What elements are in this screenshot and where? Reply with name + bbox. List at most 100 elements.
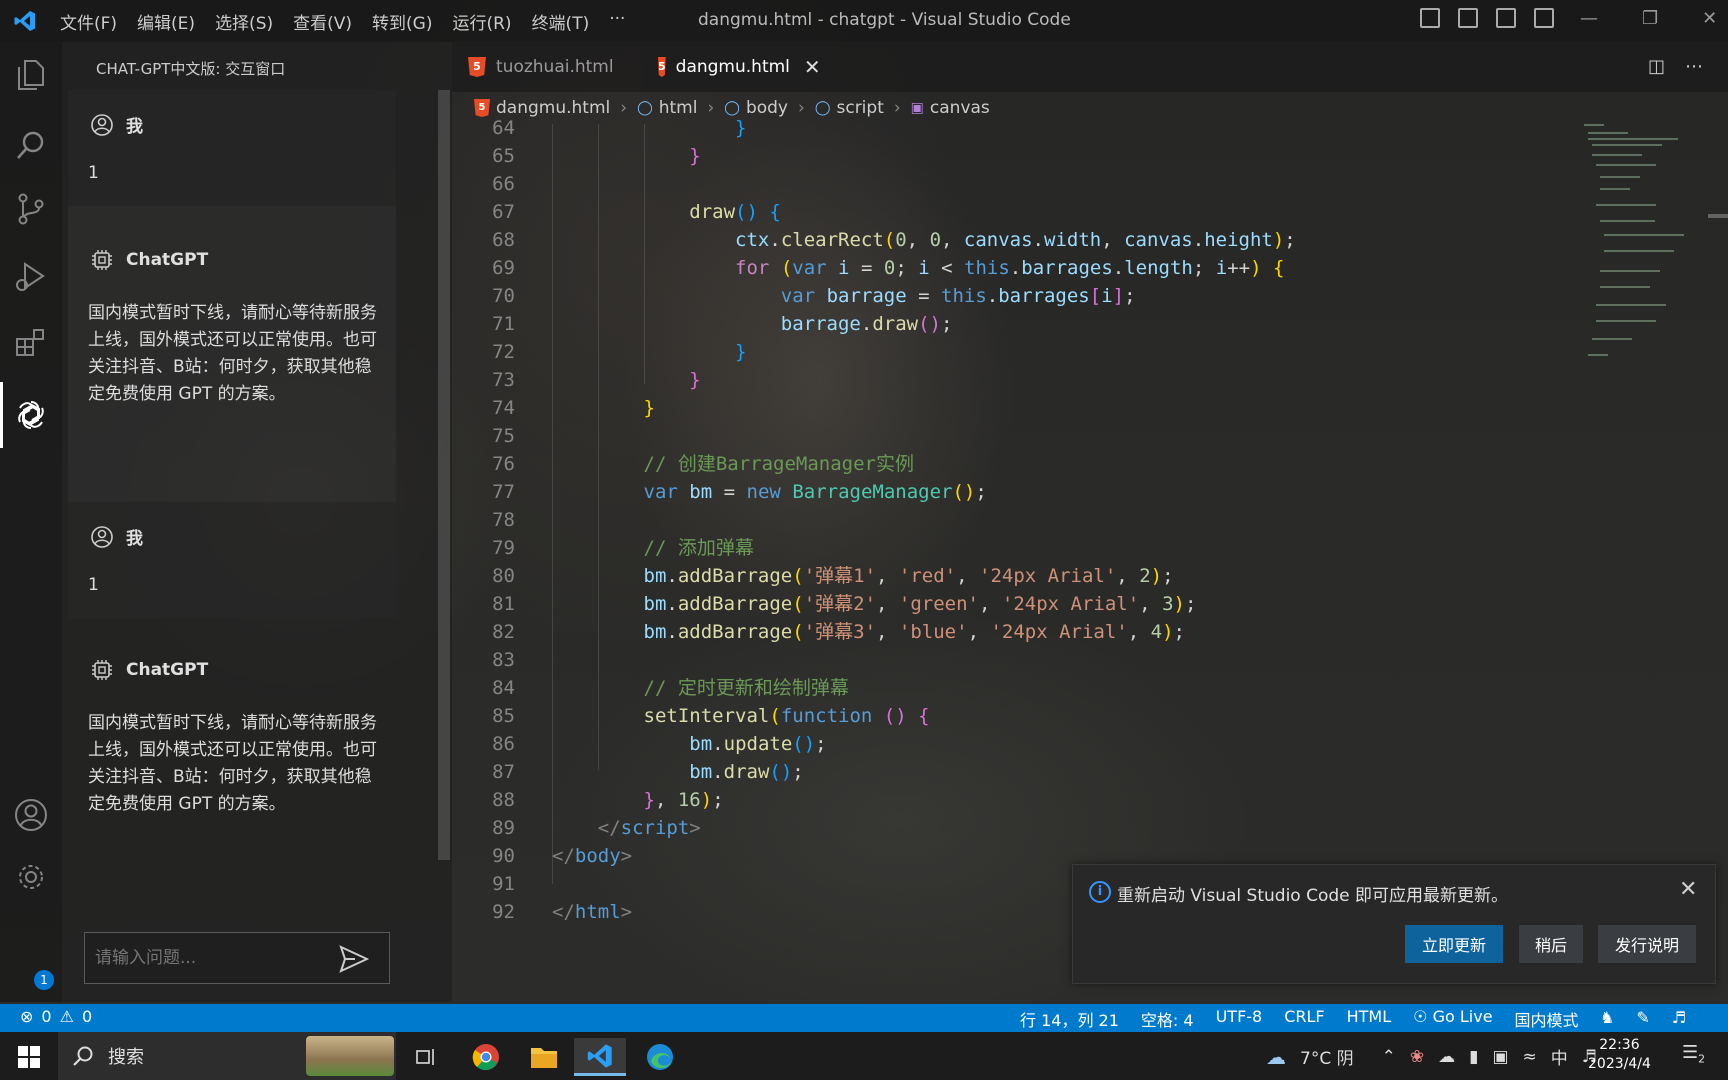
- line-code: bm.addBarrage('弹幕2', 'green', '24px Aria…: [643, 593, 1197, 615]
- line-number: 79: [492, 537, 515, 559]
- chat-input[interactable]: [95, 948, 335, 968]
- line-number: 85: [492, 705, 515, 727]
- line-code: // 添加弹幕: [643, 537, 754, 559]
- code-line: 84 // 定时更新和绘制弹幕: [452, 674, 1582, 702]
- line-number: 78: [492, 509, 515, 531]
- line-code: setInterval(function () {: [643, 705, 930, 727]
- clock-time: 22:36: [1599, 1037, 1640, 1053]
- mode-indicator[interactable]: 国内模式: [1515, 1007, 1579, 1031]
- close-notification-icon[interactable]: ✕: [1679, 877, 1697, 902]
- app-tray-icon[interactable]: ❀: [1410, 1047, 1424, 1067]
- problems-indicator[interactable]: ⊗ 0 ⚠ 0: [20, 1007, 92, 1026]
- line-number: 67: [492, 201, 515, 223]
- explorer-icon[interactable]: [14, 58, 48, 92]
- menu-run[interactable]: 运行(R): [442, 9, 521, 34]
- language-mode[interactable]: HTML: [1347, 1007, 1392, 1031]
- restore-icon[interactable]: ❐: [1642, 8, 1658, 29]
- account-icon[interactable]: [14, 798, 48, 832]
- minimap-line: [1588, 354, 1608, 356]
- line-number: 83: [492, 649, 515, 671]
- title-bar: 文件(F) 编辑(E) 选择(S) 查看(V) 转到(G) 运行(R) 终端(T…: [0, 0, 1728, 42]
- run-debug-icon[interactable]: [14, 260, 48, 294]
- extensions-icon[interactable]: [14, 326, 48, 360]
- minimap[interactable]: [1582, 124, 1692, 384]
- line-code: }, 16);: [643, 789, 724, 811]
- search-icon: [73, 1046, 93, 1066]
- windows-start-icon[interactable]: [18, 1046, 40, 1068]
- release-notes-button[interactable]: 发行说明: [1598, 925, 1696, 963]
- toggle-primary-sidebar-icon[interactable]: [1420, 8, 1440, 28]
- line-code: </script>: [597, 817, 701, 839]
- code-line: 74 }: [452, 394, 1582, 422]
- tab-tuozhuai[interactable]: 5 tuozhuai.html: [452, 42, 642, 92]
- menu-view[interactable]: 查看(V): [283, 9, 362, 34]
- menu-more[interactable]: ···: [599, 9, 635, 34]
- chatgpt-icon[interactable]: [14, 398, 48, 432]
- wifi-icon[interactable]: ≈: [1523, 1047, 1537, 1067]
- end-of-line[interactable]: CRLF: [1284, 1007, 1324, 1031]
- minimap-line: [1604, 250, 1674, 252]
- edge-icon[interactable]: [634, 1038, 686, 1076]
- settings-gear-icon[interactable]: [14, 860, 48, 894]
- minimize-icon[interactable]: —: [1580, 8, 1598, 29]
- customize-layout-icon[interactable]: [1534, 8, 1554, 28]
- chevron-up-icon[interactable]: ⌃: [1382, 1047, 1396, 1067]
- cursor-position[interactable]: 行 14，列 21: [1020, 1007, 1119, 1031]
- toggle-panel-icon[interactable]: [1458, 8, 1478, 28]
- bell-icon[interactable]: ♬: [1672, 1008, 1686, 1027]
- go-live-label: Go Live: [1432, 1007, 1493, 1026]
- file-explorer-icon[interactable]: [518, 1038, 570, 1076]
- editor-tab-bar: 5 tuozhuai.html 5 dangmu.html ✕ ◫ ⋯: [452, 42, 1728, 92]
- menu-file[interactable]: 文件(F): [50, 9, 127, 34]
- menu-edit[interactable]: 编辑(E): [127, 9, 205, 34]
- send-icon[interactable]: [339, 945, 370, 977]
- toggle-secondary-sidebar-icon[interactable]: [1496, 8, 1516, 28]
- chatgpt-side-panel: CHAT-GPT中文版: 交互窗口 我 1 ChatGPT 国内模式暂时下线，请…: [62, 42, 452, 1002]
- battery-icon[interactable]: ▮: [1469, 1047, 1478, 1067]
- notification-center-icon[interactable]: ☰2: [1682, 1042, 1705, 1066]
- message-role: ChatGPT: [126, 250, 209, 270]
- line-number: 82: [492, 621, 515, 643]
- search-icon[interactable]: [14, 128, 48, 162]
- feedback-icon[interactable]: ✎: [1636, 1008, 1649, 1027]
- weather-label[interactable]: 7°C 阴: [1300, 1044, 1354, 1069]
- menu-terminal[interactable]: 终端(T): [522, 9, 600, 34]
- update-now-button[interactable]: 立即更新: [1405, 925, 1503, 963]
- line-code: }: [689, 369, 701, 391]
- account-status-icon[interactable]: ♞: [1600, 1008, 1614, 1027]
- window-title: dangmu.html - chatgpt - Visual Studio Co…: [698, 10, 1071, 30]
- split-editor-icon[interactable]: ◫: [1648, 56, 1665, 77]
- line-code: ctx.clearRect(0, 0, canvas.width, canvas…: [735, 229, 1296, 251]
- display-icon[interactable]: ▣: [1492, 1047, 1508, 1067]
- later-button[interactable]: 稍后: [1519, 925, 1583, 963]
- vscode-taskbar-icon[interactable]: [574, 1038, 626, 1076]
- go-live-button[interactable]: ☉ Go Live: [1413, 1007, 1492, 1031]
- ime-indicator[interactable]: 中: [1551, 1044, 1568, 1069]
- line-code: // 定时更新和绘制弹幕: [643, 677, 849, 699]
- code-line: 68 ctx.clearRect(0, 0, canvas.width, can…: [452, 226, 1582, 254]
- code-line: 83: [452, 646, 1582, 674]
- more-actions-icon[interactable]: ⋯: [1685, 56, 1703, 77]
- chat-input-box: [84, 932, 390, 984]
- status-icons: ♞ ✎ ♬: [1600, 1008, 1686, 1027]
- onedrive-icon[interactable]: ☁: [1438, 1047, 1455, 1067]
- source-control-icon[interactable]: [14, 192, 48, 226]
- line-number: 66: [492, 173, 515, 195]
- indentation[interactable]: 空格: 4: [1141, 1007, 1194, 1031]
- line-code: for (var i = 0; i < this.barrages.length…: [735, 257, 1285, 279]
- close-tab-icon[interactable]: ✕: [804, 55, 821, 79]
- menu-selection[interactable]: 选择(S): [205, 9, 283, 34]
- notification-count: 2: [1698, 1052, 1706, 1066]
- minimap-line: [1600, 270, 1660, 272]
- tab-dangmu[interactable]: 5 dangmu.html ✕: [642, 42, 832, 92]
- message-header: 我: [90, 524, 143, 549]
- close-window-icon[interactable]: ✕: [1702, 8, 1717, 29]
- encoding[interactable]: UTF-8: [1216, 1007, 1263, 1031]
- chrome-icon[interactable]: [460, 1038, 512, 1076]
- menu-go[interactable]: 转到(G): [362, 9, 442, 34]
- clock[interactable]: 22:36 2023/4/4: [1588, 1036, 1651, 1074]
- chat-scrollbar[interactable]: [438, 90, 450, 860]
- task-view-icon[interactable]: [400, 1038, 452, 1076]
- cloud-weather-icon[interactable]: ☁: [1266, 1045, 1286, 1069]
- line-number: 90: [492, 845, 515, 867]
